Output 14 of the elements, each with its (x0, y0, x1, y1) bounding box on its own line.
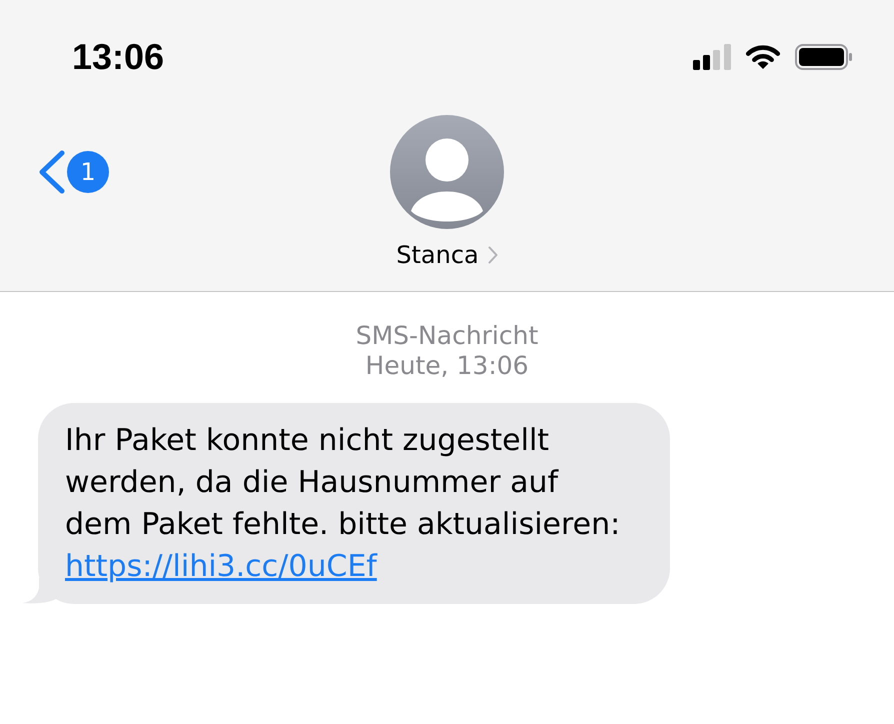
message-timestamp: Heute, 13:06 (365, 351, 529, 381)
back-button[interactable]: 1 (38, 150, 109, 194)
chevron-left-icon (38, 150, 66, 194)
status-time: 13:06 (72, 39, 164, 75)
message-link[interactable]: https://lihi3.cc/0uCEf (65, 549, 377, 584)
message-text: Ihr Paket konnte nicht zugestellt werden, da die Hausnummer auf dem Paket fehlte. bitte aktualisieren: https://lihi3.cc/0uCEf (65, 422, 622, 586)
battery-icon (795, 44, 852, 70)
avatar-icon[interactable] (390, 115, 504, 229)
unread-count-badge: 1 (67, 151, 109, 193)
chevron-right-icon (488, 246, 498, 264)
wifi-icon (745, 44, 781, 70)
message-service-label: SMS-Nachricht (356, 321, 538, 351)
signal-strength-icon (693, 44, 731, 70)
contact-name-button[interactable]: Stanca (396, 240, 498, 270)
